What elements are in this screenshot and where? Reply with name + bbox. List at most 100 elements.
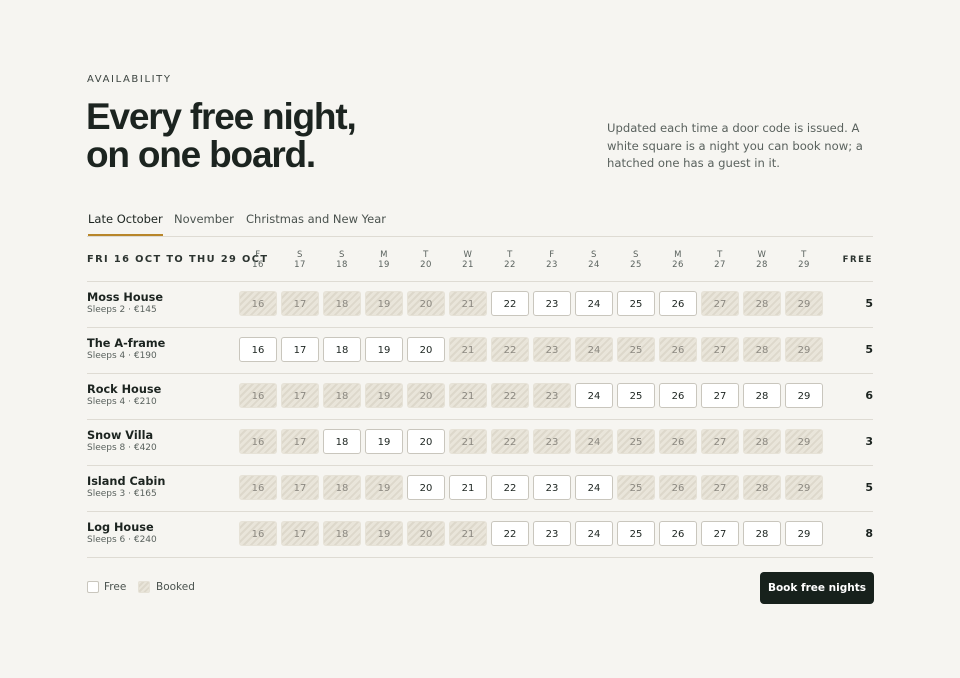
tab-late-october[interactable]: Late October	[88, 206, 163, 236]
night-free[interactable]: 26	[659, 291, 697, 316]
night-booked: 28	[743, 291, 781, 316]
night-free[interactable]: 25	[617, 291, 655, 316]
night-free[interactable]: 20	[407, 337, 445, 362]
night-free[interactable]: 18	[323, 337, 361, 362]
day-header: M 19	[364, 250, 404, 270]
night-free[interactable]: 23	[533, 291, 571, 316]
night-booked: 21	[449, 383, 487, 408]
night-free[interactable]: 24	[575, 291, 613, 316]
night-booked: 21	[449, 337, 487, 362]
night-free[interactable]: 27	[701, 521, 739, 546]
night-booked: 18	[323, 475, 361, 500]
day-header: M 26	[658, 250, 698, 270]
night-free[interactable]: 23	[533, 521, 571, 546]
property-details: Sleeps 2 · €145	[87, 305, 157, 315]
night-free[interactable]: 21	[449, 475, 487, 500]
night-free[interactable]: 26	[659, 521, 697, 546]
night-booked: 27	[701, 429, 739, 454]
night-booked: 25	[617, 337, 655, 362]
night-booked: 29	[785, 429, 823, 454]
night-booked: 22	[491, 429, 529, 454]
night-booked: 17	[281, 429, 319, 454]
night-free[interactable]: 22	[491, 291, 529, 316]
night-booked: 27	[701, 475, 739, 500]
free-nights-count: 5	[865, 481, 873, 494]
night-booked: 17	[281, 475, 319, 500]
night-booked: 23	[533, 337, 571, 362]
night-booked: 20	[407, 521, 445, 546]
night-booked: 21	[449, 521, 487, 546]
tab-christmas-new-year[interactable]: Christmas and New Year	[246, 206, 386, 235]
night-booked: 21	[449, 429, 487, 454]
headline-line-2: on one board.	[86, 134, 316, 175]
night-booked: 17	[281, 521, 319, 546]
day-of-week: F	[549, 250, 555, 260]
night-booked: 19	[365, 291, 403, 316]
day-of-week: S	[297, 250, 303, 260]
night-free[interactable]: 24	[575, 475, 613, 500]
night-free[interactable]: 24	[575, 383, 613, 408]
day-of-week: T	[507, 250, 513, 260]
day-of-week: T	[717, 250, 723, 260]
legend-free-label: Free	[104, 581, 127, 593]
night-booked: 26	[659, 429, 697, 454]
legend-booked-swatch	[138, 581, 150, 593]
book-free-nights-button[interactable]: Book free nights	[760, 572, 874, 604]
row-divider	[87, 465, 873, 466]
row-divider	[87, 419, 873, 420]
night-booked: 19	[365, 383, 403, 408]
night-free[interactable]: 25	[617, 521, 655, 546]
free-nights-count: 8	[865, 527, 873, 540]
night-free[interactable]: 22	[491, 521, 529, 546]
property-details: Sleeps 3 · €165	[87, 489, 157, 499]
row-divider	[87, 511, 873, 512]
night-free[interactable]: 29	[785, 521, 823, 546]
night-free[interactable]: 16	[239, 337, 277, 362]
day-header: S 25	[616, 250, 656, 270]
night-free[interactable]: 18	[323, 429, 361, 454]
property-details: Sleeps 4 · €210	[87, 397, 157, 407]
night-free[interactable]: 20	[407, 475, 445, 500]
day-date: 25	[630, 260, 642, 270]
night-booked: 27	[701, 291, 739, 316]
night-booked: 19	[365, 521, 403, 546]
day-header: S 17	[280, 250, 320, 270]
night-free[interactable]: 20	[407, 429, 445, 454]
night-free[interactable]: 19	[365, 429, 403, 454]
headline-line-1: Every free night,	[86, 96, 357, 137]
night-booked: 22	[491, 337, 529, 362]
night-free[interactable]: 24	[575, 521, 613, 546]
night-free[interactable]: 19	[365, 337, 403, 362]
day-of-week: S	[633, 250, 639, 260]
night-free[interactable]: 26	[659, 383, 697, 408]
row-divider	[87, 327, 873, 328]
night-booked: 16	[239, 291, 277, 316]
row-divider	[87, 281, 873, 282]
day-date: 22	[504, 260, 516, 270]
night-booked: 28	[743, 475, 781, 500]
day-header: F 16	[238, 250, 278, 270]
night-free[interactable]: 25	[617, 383, 655, 408]
day-header: S 18	[322, 250, 362, 270]
property-name: Island Cabin	[87, 475, 166, 488]
day-header: T 20	[406, 250, 446, 270]
night-free[interactable]: 22	[491, 475, 529, 500]
night-booked: 21	[449, 291, 487, 316]
day-date: 17	[294, 260, 306, 270]
night-free[interactable]: 17	[281, 337, 319, 362]
night-free[interactable]: 27	[701, 383, 739, 408]
intro-text: Updated each time a door code is issued.…	[607, 121, 863, 170]
night-free[interactable]: 28	[743, 383, 781, 408]
property-details: Sleeps 6 · €240	[87, 535, 157, 545]
night-free[interactable]: 29	[785, 383, 823, 408]
property-name: Log House	[87, 521, 154, 534]
night-booked: 28	[743, 337, 781, 362]
night-free[interactable]: 23	[533, 475, 571, 500]
day-date: 29	[798, 260, 810, 270]
night-booked: 28	[743, 429, 781, 454]
tab-november[interactable]: November	[174, 206, 234, 235]
night-free[interactable]: 28	[743, 521, 781, 546]
day-of-week: W	[757, 250, 767, 260]
day-of-week: T	[801, 250, 807, 260]
property-name: Rock House	[87, 383, 162, 396]
